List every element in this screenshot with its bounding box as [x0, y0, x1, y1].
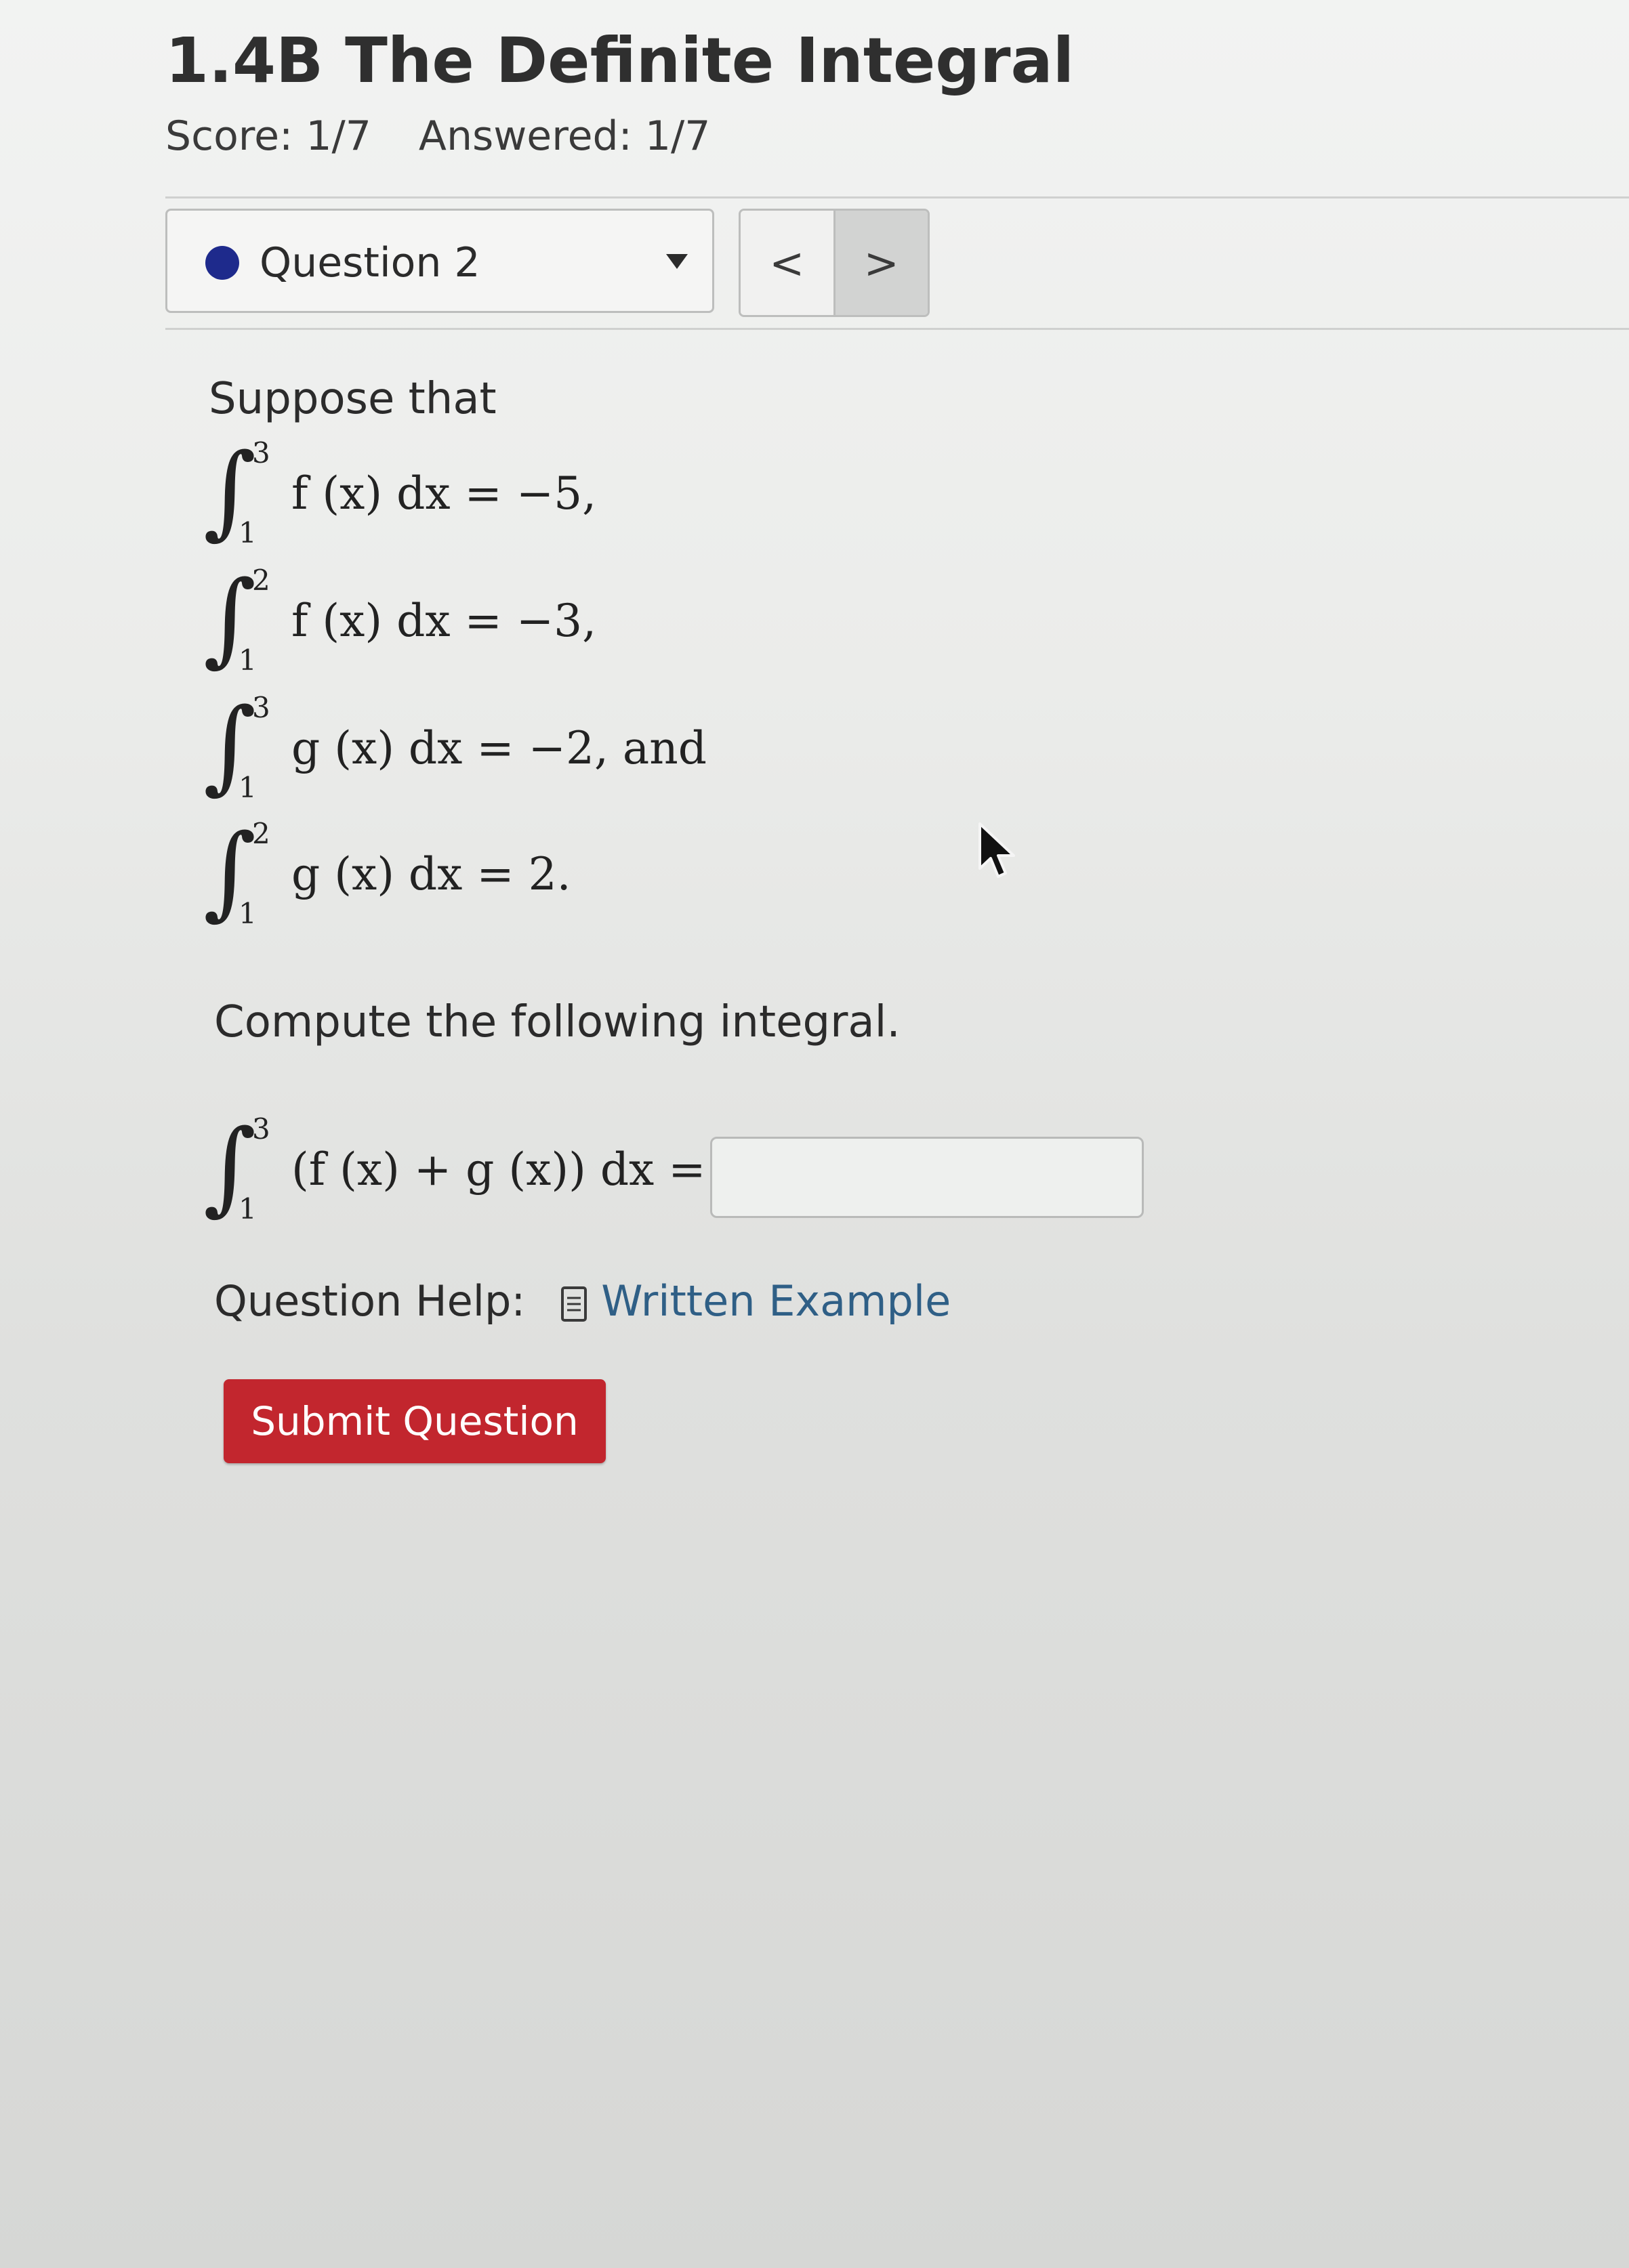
status-dot-icon: [205, 246, 239, 280]
given-integral-4: ∫ 2 1 g (x) dx = 2.: [203, 817, 1016, 943]
integral-expression: (f (x) + g (x)) dx =: [291, 1143, 706, 1196]
lower-limit: 1: [239, 1192, 257, 1225]
upper-limit: 3: [252, 436, 270, 469]
lower-limit: 1: [239, 644, 257, 677]
question-help: Question Help: Written Example: [214, 1276, 951, 1326]
score-line: Score: 1/7 Answered: 1/7: [165, 112, 710, 160]
question-nav-group: < >: [739, 209, 930, 317]
problem-intro: Suppose that: [209, 374, 497, 424]
next-question-button[interactable]: >: [835, 211, 928, 315]
integral-expression: f (x) dx = −3,: [291, 595, 597, 647]
integral-expression: f (x) dx = −5,: [291, 467, 597, 520]
caret-down-icon: [666, 254, 688, 269]
document-icon[interactable]: [560, 1283, 587, 1322]
upper-limit: 2: [252, 817, 270, 850]
nav-divider: [165, 328, 1629, 330]
score-text: Score: 1/7: [165, 112, 371, 160]
answered-text: Answered: 1/7: [418, 112, 711, 160]
upper-limit: 3: [252, 1112, 270, 1146]
integral-expression: g (x) dx = 2.: [291, 848, 571, 900]
upper-limit: 3: [252, 691, 270, 724]
given-integral-3: ∫ 3 1 g (x) dx = −2, and: [203, 691, 1016, 817]
question-select[interactable]: Question 2: [165, 209, 714, 313]
previous-question-button[interactable]: <: [741, 211, 836, 315]
lower-limit: 1: [239, 771, 257, 804]
page: 1.4B The Definite Integral Score: 1/7 Ans…: [0, 0, 1629, 2268]
given-integral-2: ∫ 2 1 f (x) dx = −3,: [203, 564, 1016, 690]
lower-limit: 1: [239, 516, 257, 549]
integral-expression: g (x) dx = −2, and: [291, 722, 707, 774]
upper-limit: 2: [252, 564, 270, 597]
submit-question-button[interactable]: Submit Question: [224, 1379, 606, 1463]
lower-limit: 1: [239, 897, 257, 930]
given-integral-1: ∫ 3 1 f (x) dx = −5,: [203, 436, 1016, 562]
question-help-label: Question Help:: [214, 1276, 526, 1326]
question-select-label: Question 2: [260, 239, 480, 287]
header-divider: [165, 196, 1629, 198]
problem-prompt: Compute the following integral.: [214, 997, 901, 1047]
answer-input[interactable]: [710, 1137, 1144, 1218]
assignment-title: 1.4B The Definite Integral: [165, 24, 1075, 97]
written-example-link[interactable]: Written Example: [601, 1276, 951, 1326]
mouse-pointer-icon: [976, 821, 1019, 882]
